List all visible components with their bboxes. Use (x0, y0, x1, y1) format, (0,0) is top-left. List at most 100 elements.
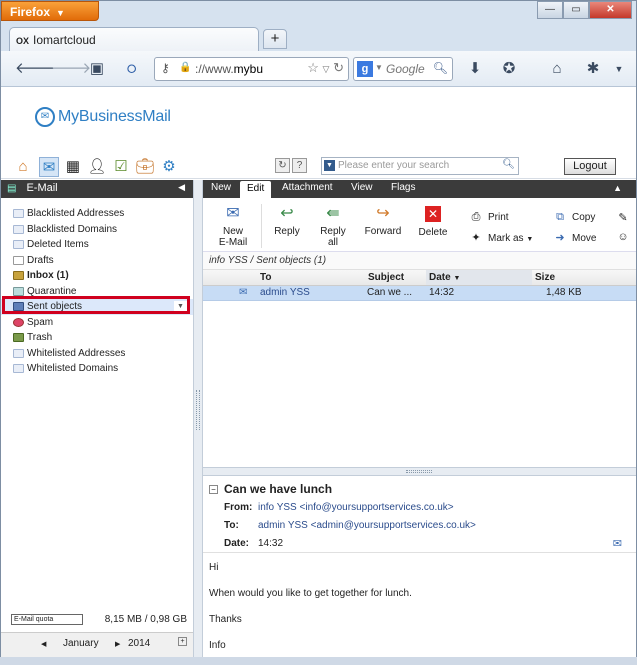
next-month-icon[interactable]: ▶ (115, 640, 120, 648)
ox-favicon-icon: OX (16, 36, 30, 46)
chevron-down-icon[interactable]: ▼ (609, 59, 629, 79)
folder-label: Spam (27, 316, 54, 328)
settings-gear-icon[interactable]: ⚙ (159, 157, 179, 177)
to-value[interactable]: admin YSS <admin@yoursupportservices.co.… (258, 520, 476, 531)
addon-icon[interactable]: ▣ (87, 59, 107, 79)
message-preview: − Can we have lunch From: info YSS <info@y… (203, 477, 636, 657)
column-to[interactable]: To (260, 272, 271, 283)
bookmark-star-icon[interactable]: ☆ (307, 60, 319, 75)
firefox-menu-label: Firefox (10, 5, 51, 19)
cell-subject: Can we ... (367, 287, 413, 298)
table-row[interactable]: ✉ admin YSS Can we ... 14:32 1,48 KB (203, 286, 636, 301)
chevron-down-icon[interactable]: ▽ (323, 64, 330, 74)
calendar-month: January (63, 638, 99, 649)
browser-tab[interactable]: OX Iomartcloud (9, 27, 259, 51)
folder-trash[interactable]: Trash (1, 330, 193, 346)
body-line: Info (209, 640, 226, 651)
minimize-icon[interactable]: — (537, 1, 563, 19)
to-label: To: (224, 520, 239, 531)
folder-whitelisted-addresses[interactable]: Whitelisted Addresses (1, 346, 193, 362)
drafts-icon (13, 255, 24, 265)
tasks-icon[interactable]: ☑ (111, 157, 131, 177)
column-subject[interactable]: Subject (368, 272, 404, 283)
chevron-down-icon[interactable]: ▼ (375, 63, 383, 72)
tab-edit[interactable]: Edit (240, 181, 272, 198)
more-tools-icon[interactable]: ☺ (616, 231, 635, 243)
folder-quarantine[interactable]: Quarantine (1, 284, 193, 300)
contacts-icon[interactable]: 👤︎ (87, 157, 107, 177)
collapse-ribbon-icon[interactable]: ▲ (613, 183, 622, 193)
tab-view[interactable]: View (351, 182, 373, 193)
expand-calendar-icon[interactable]: + (178, 637, 187, 646)
preview-to: To: admin YSS <admin@yoursupportservices.… (224, 520, 476, 531)
column-date[interactable]: Date ▼ (426, 270, 532, 285)
calendar-icon[interactable]: ▦ (63, 157, 83, 177)
reply-button[interactable]: ↩ Reply (271, 204, 303, 237)
refresh-icon[interactable]: ↻ (275, 158, 290, 173)
app-logo[interactable]: ✉ MyBusinessMail (35, 107, 171, 127)
horizontal-splitter[interactable] (203, 467, 636, 476)
forward-button[interactable]: ↪ Forward (363, 204, 403, 237)
extension-icon[interactable]: ✱ (583, 59, 603, 79)
search-icon[interactable]: 🔍︎ (502, 159, 515, 170)
back-icon[interactable]: 🡐 (15, 59, 55, 79)
prev-month-icon[interactable]: ◀ (41, 640, 46, 648)
reload-icon[interactable]: ↻ (333, 60, 344, 75)
bookmarks-icon[interactable]: ✪ (499, 59, 519, 79)
close-icon[interactable]: ✕ (589, 1, 632, 19)
folder-drafts[interactable]: Drafts (1, 253, 193, 269)
print-button[interactable]: ⎙ Print (469, 211, 509, 224)
home-icon[interactable]: ⌂ (13, 157, 33, 177)
folder-spam[interactable]: Spam (1, 315, 193, 331)
splitter-grip[interactable] (406, 470, 432, 473)
move-button[interactable]: ➜ Move (553, 231, 596, 244)
help-icon[interactable]: ? (292, 158, 307, 173)
firefox-menu-button[interactable]: Firefox ▼ (1, 1, 99, 21)
url-bar[interactable]: ⚷ 🔒 ://www.mybu ☆ ▽ ↻ (154, 57, 349, 81)
tab-new[interactable]: New (211, 182, 231, 193)
infostore-icon[interactable]: 💼︎ (135, 157, 155, 177)
folder-sidebar: ▤ E-Mail ◀ Blacklisted Addresses Blacklis… (1, 180, 193, 657)
cell-size: 1,48 KB (546, 287, 582, 298)
tab-flags[interactable]: Flags (391, 182, 415, 193)
splitter-grip[interactable] (196, 390, 200, 430)
reply-all-line1: Reply (320, 226, 346, 237)
vertical-splitter[interactable] (193, 180, 203, 657)
folder-blacklisted-addresses[interactable]: Blacklisted Addresses (1, 206, 193, 222)
search-icon[interactable]: 🔍︎ (433, 61, 448, 75)
copy-button[interactable]: ⧉ Copy (553, 211, 595, 224)
reply-all-button[interactable]: ⇚ Reply all (317, 204, 349, 248)
search-input[interactable]: ▼ Please enter your search 🔍︎ (321, 157, 519, 175)
column-size[interactable]: Size (535, 272, 555, 283)
tab-attachment[interactable]: Attachment (282, 182, 333, 193)
delete-button[interactable]: ✕ Delete (416, 204, 450, 238)
swirl-addon-icon[interactable]: ഠ (121, 59, 141, 79)
maximize-icon[interactable]: ▭ (563, 1, 589, 19)
google-icon[interactable]: g (357, 61, 373, 77)
folder-whitelisted-domains[interactable]: Whitelisted Domains (1, 361, 193, 377)
folder-blacklisted-domains[interactable]: Blacklisted Domains (1, 222, 193, 238)
mark-as-button[interactable]: ✦ Mark as ▼ (469, 231, 533, 244)
folder-sent-objects[interactable]: Sent objects ▼ (1, 299, 193, 315)
search-engine-box[interactable]: g ▼ Google 🔍︎ (353, 57, 453, 81)
home-icon[interactable]: ⌂ (547, 59, 567, 79)
collapse-icon[interactable]: ◀ (178, 182, 185, 193)
preview-date: Date: 14:32 (224, 538, 283, 549)
folder-label: Whitelisted Addresses (27, 347, 126, 359)
download-icon[interactable]: ⬇ (465, 59, 485, 79)
new-tab-button[interactable]: + (263, 29, 287, 49)
chevron-down-icon[interactable]: ▼ (324, 160, 335, 171)
new-email-button[interactable]: ✉ New E-Mail (215, 204, 251, 248)
mail-icon[interactable]: ✉ (39, 157, 59, 177)
collapse-header-icon[interactable]: − (209, 485, 218, 494)
forward-mail-icon: ↪ (376, 205, 390, 222)
more-tools-icon[interactable]: ✎ (616, 211, 635, 224)
folder-deleted-items[interactable]: Deleted Items (1, 237, 193, 253)
from-value[interactable]: info YSS <info@yoursupportservices.co.uk… (258, 502, 454, 513)
preview-header: − Can we have lunch From: info YSS <info@y… (203, 477, 636, 553)
mark-as-label: Mark as (488, 233, 524, 244)
folder-inbox[interactable]: Inbox (1) (1, 268, 193, 284)
forward-icon[interactable]: 🡒 (51, 59, 91, 79)
chevron-down-icon[interactable]: ▼ (174, 301, 187, 312)
logout-button[interactable]: Logout (564, 158, 616, 175)
